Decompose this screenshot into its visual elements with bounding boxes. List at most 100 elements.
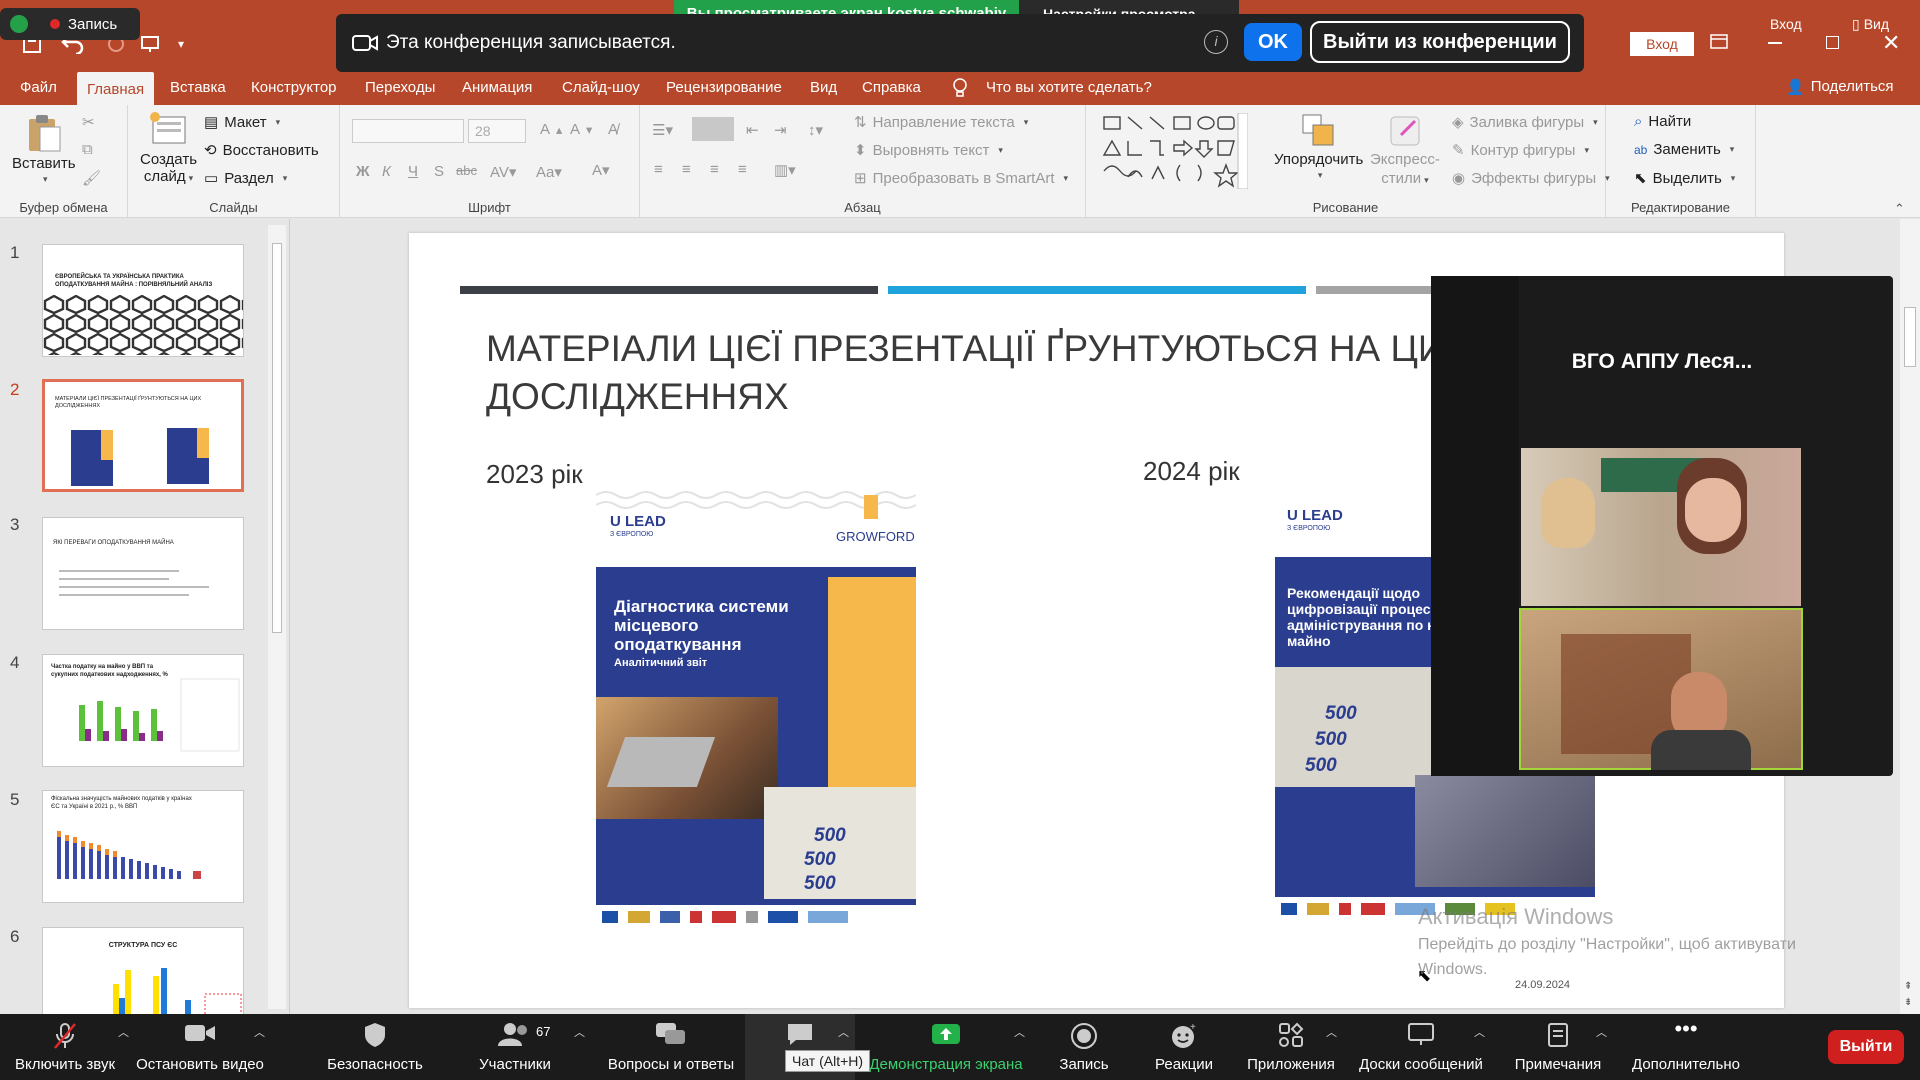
tab-slideshow[interactable]: Слайд-шоу	[552, 70, 650, 105]
format-painter-icon[interactable]: 🖌	[82, 169, 101, 187]
shadow-button[interactable]: S	[434, 163, 444, 180]
maximize-icon[interactable]	[1826, 36, 1839, 49]
columns-icon[interactable]: ▥▾	[774, 161, 796, 179]
reactions-button[interactable]: + Реакции	[1140, 1014, 1228, 1080]
text-direction-button[interactable]: ⇅ Направление текста ▾	[854, 113, 1028, 132]
clear-formatting-icon[interactable]: A̸	[608, 121, 618, 138]
tab-transitions[interactable]: Переходы	[355, 70, 445, 105]
video-panel[interactable]: ВГО АППУ Леся...	[1431, 276, 1893, 776]
tab-help[interactable]: Справка	[852, 70, 931, 105]
numbering-icon[interactable]	[692, 117, 734, 141]
line-spacing-icon[interactable]: ↕▾	[808, 121, 823, 139]
chevron-up-icon[interactable]: ︿	[1474, 1024, 1485, 1040]
signin-button[interactable]: Вход	[1630, 32, 1694, 56]
share-screen-button[interactable]: Демонстрация экрана	[862, 1014, 1030, 1080]
find-button[interactable]: ⌕ Найти	[1634, 113, 1691, 130]
shape-outline-button[interactable]: ✎ Контур фигуры ▾	[1452, 141, 1589, 160]
next-slide-icon[interactable]: ⇟	[1904, 997, 1912, 1008]
mute-button[interactable]: Включить звук	[0, 1014, 130, 1080]
slide-thumbnail-5[interactable]: Фіскальна значущість майнових податків у…	[42, 790, 244, 903]
chevron-up-icon[interactable]: ︿	[1014, 1024, 1025, 1040]
arrange-button[interactable]: Упорядочить ▾	[1274, 113, 1363, 181]
align-left-icon[interactable]: ≡	[654, 161, 663, 178]
align-right-icon[interactable]: ≡	[710, 161, 719, 178]
tell-me-search[interactable]: Что вы хотите сделать?	[976, 70, 1162, 105]
ok-button[interactable]: OK	[1244, 23, 1302, 61]
justify-icon[interactable]: ≡	[738, 161, 747, 178]
signin-link[interactable]: Вход	[1770, 16, 1802, 32]
chevron-up-icon[interactable]: ︿	[838, 1024, 849, 1040]
editor-scroll-thumb[interactable]	[1904, 307, 1916, 367]
qa-button[interactable]: Вопросы и ответы	[600, 1014, 742, 1080]
align-text-button[interactable]: ⬍ Выровнять текст ▾	[854, 141, 1003, 160]
slide-thumbnail-3[interactable]: ЯКІ ПЕРЕВАГИ ОПОДАТКУВАННЯ МАЙНА	[42, 517, 244, 630]
font-size-select[interactable]: 28	[468, 119, 526, 143]
font-family-select[interactable]	[352, 119, 464, 143]
security-button[interactable]: Безопасность	[310, 1014, 440, 1080]
tab-home[interactable]: Главная	[77, 72, 155, 105]
reset-button[interactable]: ⟲ Восстановить	[204, 141, 319, 160]
close-icon[interactable]: ✕	[1882, 30, 1900, 56]
end-meeting-button[interactable]: Выйти	[1828, 1030, 1904, 1064]
grow-font-icon[interactable]: A ▴	[540, 121, 562, 138]
copy-icon[interactable]: ⧉	[82, 141, 93, 158]
shrink-font-icon[interactable]: A ▾	[570, 121, 592, 138]
prev-slide-icon[interactable]: ⇞	[1904, 981, 1912, 992]
bullets-icon[interactable]: ☰▾	[652, 121, 673, 139]
collapse-ribbon-icon[interactable]: ⌃	[1894, 201, 1905, 217]
thumbs-scrollbar[interactable]	[268, 225, 286, 1009]
tab-animations[interactable]: Анимация	[452, 70, 542, 105]
section-button[interactable]: ▭ Раздел ▾	[204, 169, 287, 188]
smartart-button[interactable]: ⊞ Преобразовать в SmartArt ▾	[854, 169, 1068, 188]
slide-thumbnail-4[interactable]: Частка податку на майно у ВВП та сукупни…	[42, 654, 244, 767]
layout-button[interactable]: ▤ Макет ▾	[204, 113, 280, 132]
align-center-icon[interactable]: ≡	[682, 161, 691, 178]
underline-button[interactable]: Ч	[408, 163, 418, 180]
share-button[interactable]: 👤 Поделиться	[1786, 78, 1894, 96]
select-button[interactable]: ⬉ Выделить ▾	[1634, 169, 1735, 188]
slide-thumbnail-6[interactable]: СТРУКТУРА ПСУ ЄС	[42, 927, 244, 1019]
participants-button[interactable]: 67 Участники	[450, 1014, 580, 1080]
strikethrough-button[interactable]: abc	[456, 163, 477, 178]
tab-view[interactable]: Вид	[800, 70, 847, 105]
tab-insert[interactable]: Вставка	[160, 70, 236, 105]
bold-button[interactable]: Ж	[356, 163, 370, 180]
shape-effects-button[interactable]: ◉ Эффекты фигуры ▾	[1452, 169, 1610, 188]
chevron-up-icon[interactable]: ︿	[1596, 1024, 1607, 1040]
replace-button[interactable]: ab Заменить ▾	[1634, 141, 1734, 158]
record-button[interactable]: Запись	[1040, 1014, 1128, 1080]
font-color-icon[interactable]: A▾	[592, 161, 610, 179]
tab-file[interactable]: Файл	[10, 70, 67, 105]
customize-qat-icon[interactable]: ▾	[178, 30, 184, 58]
char-spacing-icon[interactable]: AV▾	[490, 163, 516, 181]
increase-indent-icon[interactable]: ⇥	[774, 121, 787, 139]
more-button[interactable]: ••• Дополнительно	[1622, 1014, 1750, 1080]
chevron-up-icon[interactable]: ︿	[1326, 1024, 1337, 1040]
new-slide-button[interactable]: Создать слайд ▾	[140, 111, 197, 185]
tab-design[interactable]: Конструктор	[241, 70, 347, 105]
cut-icon[interactable]: ✂	[82, 113, 95, 131]
recording-badge[interactable]: Запись	[0, 8, 140, 40]
italic-button[interactable]: К	[382, 163, 391, 180]
chevron-up-icon[interactable]: ︿	[118, 1024, 129, 1040]
shapes-gallery[interactable]	[1100, 113, 1248, 189]
leave-meeting-button[interactable]: Выйти из конференции	[1310, 21, 1570, 63]
chevron-up-icon[interactable]: ︿	[254, 1024, 265, 1040]
thumbs-scroll-thumb[interactable]	[272, 243, 282, 633]
whiteboards-button[interactable]: Доски сообщений	[1350, 1014, 1492, 1080]
slide-thumbnail-2[interactable]: МАТЕРІАЛИ ЦІЄЇ ПРЕЗЕНТАЦІЇ ҐРУНТУЮТЬСЯ Н…	[42, 379, 244, 492]
paste-button[interactable]: Вставить ▾	[12, 113, 76, 185]
shape-fill-button[interactable]: ◈ Заливка фигуры ▾	[1452, 113, 1598, 132]
tab-review[interactable]: Рецензирование	[656, 70, 792, 105]
chevron-up-icon[interactable]: ︿	[574, 1024, 585, 1040]
minimize-icon[interactable]	[1768, 42, 1782, 44]
slide-thumbnail-1[interactable]: ЄВРОПЕЙСЬКА ТА УКРАЇНСЬКА ПРАКТИКА ОПОДА…	[42, 244, 244, 357]
change-case-icon[interactable]: Aa▾	[536, 163, 562, 181]
stop-video-button[interactable]: Остановить видео	[130, 1014, 270, 1080]
decrease-indent-icon[interactable]: ⇤	[746, 121, 759, 139]
ribbon-display-icon[interactable]	[1710, 34, 1728, 50]
info-icon[interactable]: i	[1204, 30, 1228, 54]
start-slideshow-icon[interactable]	[140, 30, 162, 58]
editor-scrollbar[interactable]: ⇞ ⇟	[1900, 219, 1920, 1014]
quick-styles-button[interactable]: Экспресс- стили ▾	[1370, 113, 1440, 187]
